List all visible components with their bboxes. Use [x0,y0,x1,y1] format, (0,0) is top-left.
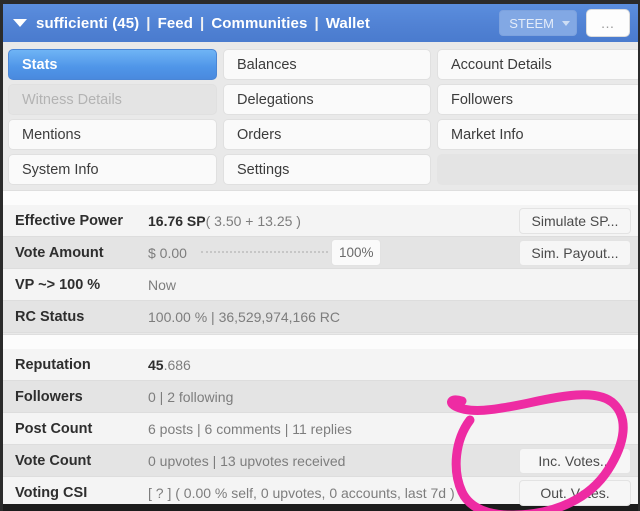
row-value-rest: .686 [163,356,191,373]
tab-system-info[interactable]: System Info [8,154,217,185]
more-options-label: … [600,15,616,31]
more-options-button[interactable]: … [586,9,630,37]
tab-row: System Info Settings [8,154,640,185]
outgoing-votes-button[interactable]: Out. Votes. [519,480,631,506]
button-label: Simulate SP... [531,213,619,229]
tab-label: Settings [237,161,290,178]
row-value-rest: 6 posts | 6 comments | 11 replies [148,420,352,437]
tab-label: Stats [22,56,58,73]
tab-label: Witness Details [22,91,122,108]
button-label: Inc. Votes... [538,453,612,469]
row-value-rest: ( 3.50 + 13.25 ) [205,212,301,229]
nav-separator-3: | [314,14,319,32]
row-label: Followers [15,388,83,405]
nav-item-wallet[interactable]: Wallet [326,15,370,32]
chain-select[interactable]: STEEM [499,10,577,36]
row-value-rest: $ 0.00 [148,244,187,261]
row-value-strong: 45 [148,356,164,373]
section-separator-top [3,190,638,206]
tab-label: Delegations [237,91,314,108]
app-header: sufficienti (45) | Feed | Communities | … [3,4,638,42]
table-row: Post Count 6 posts | 6 comments | 11 rep… [3,413,638,445]
incoming-votes-button[interactable]: Inc. Votes... [519,448,631,474]
row-label: RC Status [15,308,85,325]
tab-mentions[interactable]: Mentions [8,119,217,150]
tab-label: Balances [237,56,297,73]
simulate-sp-button[interactable]: Simulate SP... [519,208,631,234]
chain-select-label: STEEM [509,15,554,31]
tab-market-info[interactable]: Market Info [437,119,640,150]
table-row: VP ~> 100 % Now [3,269,638,301]
row-label: Vote Amount [15,244,104,261]
button-label: Sim. Payout... [531,245,619,261]
tab-witness-details: Witness Details [8,84,217,115]
row-value: 100.00 % | 36,529,974,166 RC [148,309,638,325]
row-value-rest: [ ? ] ( 0.00 % self, 0 upvotes, 0 accoun… [148,484,455,501]
nav-account-link[interactable]: sufficienti (45) [36,15,139,32]
row-value-strong: 16.76 SP [148,212,206,229]
table-row: Followers 0 | 2 following [3,381,638,413]
row-value-rest: Now [148,276,177,293]
table-row: Vote Amount $ 0.00 100% Sim. Payout... [3,237,638,269]
row-label: Reputation [15,356,91,373]
app-window: sufficienti (45) | Feed | Communities | … [0,0,640,511]
tab-balances[interactable]: Balances [223,49,431,80]
nav-item-communities[interactable]: Communities [211,15,307,32]
stats-table-bottom: Reputation 45 .686 Followers 0 | 2 follo… [3,349,638,509]
tab-label: Followers [451,91,514,108]
vote-weight-slider[interactable]: 100% [200,239,382,266]
button-label: Out. Votes. [540,485,610,501]
nav-item-feed[interactable]: Feed [158,15,193,32]
row-value: Now [148,277,638,293]
stats-table-top: Effective Power 16.76 SP ( 3.50 + 13.25 … [3,205,638,333]
window-left-edge [0,0,3,511]
sim-payout-button[interactable]: Sim. Payout... [519,240,631,266]
tab-label: Account Details [451,56,552,73]
table-row: Reputation 45 .686 [3,349,638,381]
tab-settings[interactable]: Settings [223,154,431,185]
row-label: VP ~> 100 % [15,276,101,293]
table-row: RC Status 100.00 % | 36,529,974,166 RC [3,301,638,333]
row-value-rest: 0 upvotes | 13 upvotes received [148,452,346,469]
tab-row: Mentions Orders Market Info [8,119,640,150]
tab-label: Orders [237,126,282,143]
tab-account-details[interactable]: Account Details [437,49,640,80]
row-label: Post Count [15,420,93,437]
tab-orders[interactable]: Orders [223,119,431,150]
nav-separator-2: | [200,14,205,32]
tab-label: Market Info [451,126,524,143]
section-separator-middle [3,334,638,350]
tab-row: Witness Details Delegations Followers [8,84,640,115]
main-nav: sufficienti (45) | Feed | Communities | … [36,15,370,32]
caret-down-icon[interactable] [13,19,27,27]
table-row: Effective Power 16.76 SP ( 3.50 + 13.25 … [3,205,638,237]
tab-grid: Stats Balances Account Details Witness D… [3,45,640,192]
row-value: 0 | 2 following [148,389,638,405]
tab-placeholder [437,154,640,185]
tab-label: Mentions [22,126,81,143]
row-label: Vote Count [15,452,92,469]
tab-stats[interactable]: Stats [8,49,217,80]
tab-followers[interactable]: Followers [437,84,640,115]
row-value: 45 .686 [148,357,638,373]
chevron-down-icon [562,20,570,26]
row-value-rest: 100.00 % | 36,529,974,166 RC [148,308,341,325]
tab-label: System Info [22,161,99,178]
row-value-rest: 0 | 2 following [148,388,234,405]
row-label: Effective Power [15,212,123,229]
tab-row: Stats Balances Account Details [8,49,640,80]
row-value: 6 posts | 6 comments | 11 replies [148,421,638,437]
tab-delegations[interactable]: Delegations [223,84,431,115]
nav-separator-1: | [146,14,151,32]
slider-value-badge: 100% [330,239,382,266]
table-row: Vote Count 0 upvotes | 13 upvotes receiv… [3,445,638,477]
header-right-controls: STEEM … [499,9,638,37]
row-label: Voting CSI [15,484,88,501]
slider-track[interactable] [200,250,328,255]
